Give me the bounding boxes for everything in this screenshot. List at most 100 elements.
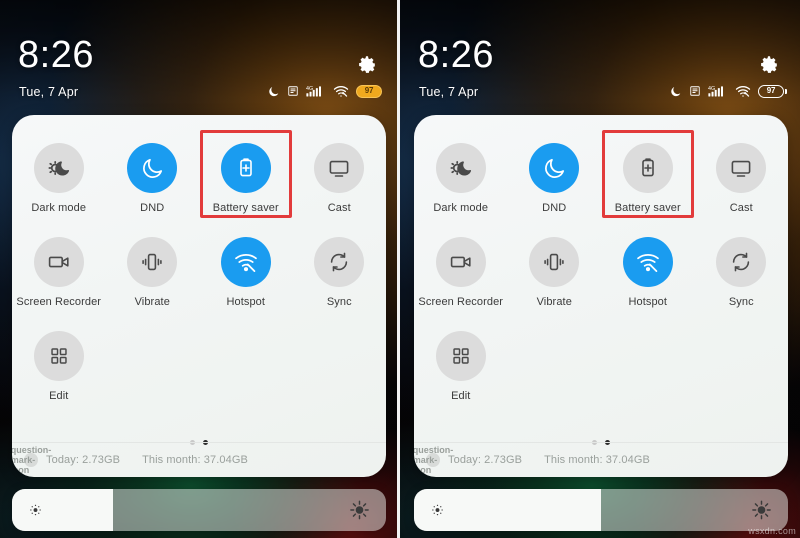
today-usage-label: Today: 2.73GB [448,454,523,466]
cast-icon[interactable] [314,143,365,193]
moon-icon[interactable] [127,143,178,193]
qs-tile-label: Screen Recorder [16,296,102,308]
signal-4g-icon: 4G [708,84,728,98]
qs-tile-hotspot[interactable]: Hotspot [601,229,695,323]
battery-plus-icon[interactable] [622,143,673,193]
vibrate-icon[interactable] [127,237,178,287]
cast-icon[interactable] [716,143,767,193]
qs-tile-screen-recorder[interactable]: Screen Recorder [12,229,106,323]
watermark: wsxdn.com [748,526,796,536]
status-date: Tue, 7 Apr [19,85,79,99]
hotspot-icon[interactable] [220,237,271,287]
gear-icon[interactable] [758,54,780,76]
qs-tile-dnd[interactable]: DND [508,135,602,229]
gear-icon[interactable] [356,54,378,76]
qs-tile-battery-saver[interactable]: Battery saver [199,135,293,229]
qs-tile-edit[interactable]: Edit [12,323,106,417]
qs-tile-label: Screen Recorder [418,296,504,308]
question-mark-icon[interactable]: question-mark-icon [414,445,453,475]
quick-settings-grid: Dark mode DND Battery saver Cast Screen Reco… [414,135,788,417]
qs-tile-hotspot[interactable]: Hotspot [199,229,293,323]
qs-tile-sync[interactable]: Sync [695,229,789,323]
month-usage-label: This month: 37.04GB [142,454,248,466]
grid-edit-icon[interactable] [33,331,84,381]
qs-tile-vibrate[interactable]: Vibrate [508,229,602,323]
quick-settings-panel: Dark mode DND Battery saver Cast Screen Reco… [414,115,788,477]
qs-tile-label: Edit [451,390,471,402]
qs-tile-vibrate[interactable]: Vibrate [106,229,200,323]
qs-tile-label: Vibrate [536,296,572,308]
qs-tile-label: DND [140,202,165,214]
moon-icon[interactable] [529,143,580,193]
qs-tile-label: Sync [326,296,352,308]
wifi-icon [333,85,349,98]
qs-tile-label: Dark mode [433,202,489,214]
dnd-moon-icon [669,85,682,98]
panel-divider [397,0,400,538]
sync-icon[interactable] [314,237,365,287]
qs-tile-dark-mode[interactable]: Dark mode [12,135,106,229]
qs-tile-label: DND [542,202,567,214]
qs-tile-edit[interactable]: Edit [414,323,508,417]
qs-tile-label: Cast [327,202,351,214]
status-date: Tue, 7 Apr [419,85,479,99]
qs-tile-label: Cast [729,202,753,214]
wifi-icon [735,85,751,98]
sun-high-icon [751,500,772,521]
qs-tile-label: Battery saver [614,202,681,214]
today-usage-label: Today: 2.73GB [46,454,121,466]
battery-percent-label: 97 [758,84,784,98]
battery-icon: 97 [758,84,784,98]
dark-mode-icon[interactable] [33,143,84,193]
qs-tile-label: Sync [728,296,754,308]
question-mark-icon[interactable]: question-mark-icon [12,445,51,475]
brightness-slider[interactable] [12,489,386,531]
video-camera-icon[interactable] [435,237,486,287]
qs-tile-dark-mode[interactable]: Dark mode [414,135,508,229]
qs-tile-dnd[interactable]: DND [106,135,200,229]
quick-settings-grid: Dark mode DND Battery saver Cast Screen Reco… [12,135,386,417]
signal-4g-icon: 4G [306,84,326,98]
sun-low-icon [28,503,43,518]
qs-tile-label: Dark mode [31,202,87,214]
vibrate-icon[interactable] [529,237,580,287]
month-usage-label: This month: 37.04GB [544,454,650,466]
sun-high-icon [349,500,370,521]
alarm-icon [287,85,299,97]
qs-tile-sync[interactable]: Sync [293,229,387,323]
battery-plus-icon[interactable] [220,143,271,193]
qs-tile-label: Vibrate [134,296,170,308]
battery-icon: 97 [356,84,382,98]
qs-tile-battery-saver[interactable]: Battery saver [601,135,695,229]
data-usage-footer: question-mark-icon Today: 2.73GB This mont… [414,442,788,477]
svg-text:4G: 4G [306,86,313,92]
qs-tile-cast[interactable]: Cast [293,135,387,229]
phone-screen-right: 8:26 Tue, 7 Apr 4G 97 Dark mode DND Battery sa… [400,0,800,538]
screenshot-root: 8:26 Tue, 7 Apr 4G 97 Dark mode DND Battery sa… [0,0,800,538]
status-icon-tray: 4G 97 [669,82,784,100]
grid-edit-icon[interactable] [435,331,486,381]
qs-tile-label: Hotspot [226,296,266,308]
sun-low-icon [430,503,445,518]
qs-tile-label: Edit [49,390,69,402]
dnd-moon-icon [267,85,280,98]
qs-tile-cast[interactable]: Cast [695,135,789,229]
qs-tile-screen-recorder[interactable]: Screen Recorder [414,229,508,323]
status-header: 8:26 Tue, 7 Apr 4G 97 [0,0,398,112]
dark-mode-icon[interactable] [435,143,486,193]
status-header: 8:26 Tue, 7 Apr 4G 97 [400,0,800,112]
quick-settings-panel: Dark mode DND Battery saver Cast Screen Reco… [12,115,386,477]
status-icon-tray: 4G 97 [267,82,382,100]
battery-percent-label: 97 [356,84,382,98]
qs-tile-label: Battery saver [212,202,279,214]
clock-time: 8:26 [418,34,494,76]
sync-icon[interactable] [716,237,767,287]
data-usage-footer: question-mark-icon Today: 2.73GB This mont… [12,442,386,477]
qs-tile-label: Hotspot [628,296,668,308]
hotspot-icon[interactable] [622,237,673,287]
brightness-slider[interactable] [414,489,788,531]
clock-time: 8:26 [18,34,94,76]
svg-text:4G: 4G [708,86,715,92]
video-camera-icon[interactable] [33,237,84,287]
phone-screen-left: 8:26 Tue, 7 Apr 4G 97 Dark mode DND Battery sa… [0,0,398,538]
